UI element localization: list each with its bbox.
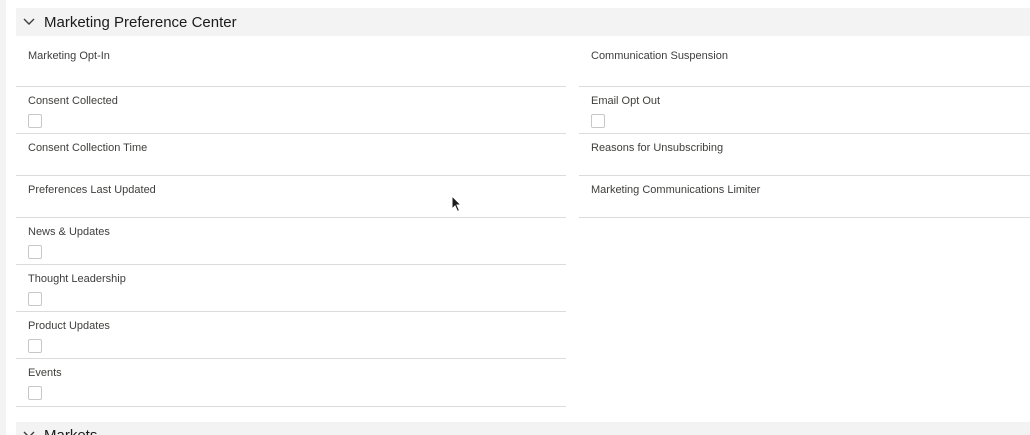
field-marketing-opt-in: Marketing Opt-In — [16, 42, 566, 87]
news-updates-checkbox[interactable] — [28, 245, 42, 259]
field-label: Email Opt Out — [591, 95, 661, 107]
field-label: Communication Suspension — [591, 50, 728, 62]
field-label: Consent Collected — [28, 95, 118, 107]
field-events: Events — [16, 359, 566, 407]
product-updates-checkbox[interactable] — [28, 339, 42, 353]
left-edge-strip — [0, 0, 6, 435]
field-label: Marketing Opt-In — [28, 50, 110, 62]
field-label: Consent Collection Time — [28, 142, 148, 154]
field-consent-collected: Consent Collected — [16, 87, 566, 134]
field-label: Product Updates — [28, 320, 110, 332]
events-checkbox[interactable] — [28, 386, 42, 400]
field-label: Thought Leadership — [28, 273, 126, 285]
chevron-down-icon[interactable] — [22, 15, 36, 29]
mouse-pointer-icon — [451, 194, 463, 213]
field-news-updates: News & Updates — [16, 218, 566, 265]
consent-collected-checkbox[interactable] — [28, 114, 42, 128]
thought-leadership-checkbox[interactable] — [28, 292, 42, 306]
email-opt-out-checkbox[interactable] — [591, 114, 605, 128]
field-communication-suspension: Communication Suspension — [579, 42, 1030, 87]
field-email-opt-out: Email Opt Out — [579, 87, 1030, 134]
record-detail-page: Marketing Preference Center Marketing Op… — [0, 0, 1030, 435]
field-reasons-for-unsubscribing: Reasons for Unsubscribing — [579, 134, 1030, 176]
chevron-down-icon[interactable] — [22, 428, 36, 435]
field-label: Preferences Last Updated — [28, 184, 156, 196]
field-label: Reasons for Unsubscribing — [591, 142, 724, 154]
field-thought-leadership: Thought Leadership — [16, 265, 566, 312]
field-consent-collection-time: Consent Collection Time — [16, 134, 566, 176]
field-marketing-communications-limiter: Marketing Communications Limiter — [579, 176, 1030, 218]
section-title: Markets — [44, 427, 97, 435]
field-product-updates: Product Updates — [16, 312, 566, 359]
section-header-markets[interactable]: Markets — [16, 422, 1030, 435]
field-label: News & Updates — [28, 226, 110, 238]
field-label: Marketing Communications Limiter — [591, 184, 761, 196]
field-label: Events — [28, 367, 62, 379]
field-preferences-last-updated: Preferences Last Updated — [16, 176, 566, 218]
section-title: Marketing Preference Center — [44, 13, 237, 31]
section-header-marketing-preference-center[interactable]: Marketing Preference Center — [16, 8, 1030, 36]
